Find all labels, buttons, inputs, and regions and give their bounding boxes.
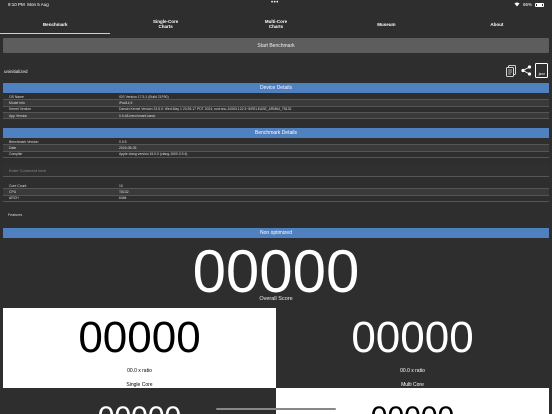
row-value: 0.6.48-benchmark-basic [119, 113, 156, 118]
tab-multi-core-charts[interactable]: Multi-Core Charts [221, 14, 331, 34]
active-tab-indicator [0, 33, 110, 34]
row-key: App Version [9, 113, 28, 118]
action-icons: .json [505, 63, 548, 78]
row-key: CPU [9, 189, 17, 194]
row-key: Kernel Version [9, 107, 32, 112]
device-details-table: OS Name iOS Version 17.5.1 (Build 21F90) … [3, 94, 549, 120]
row-key: Core Count [9, 183, 27, 188]
non-optimized-header: Non optimized [3, 228, 549, 238]
benchmark-details-table: Benchmark Version 0.0.5 Date 2024-08-05 Co… [3, 139, 549, 158]
overall-score-value: 00000 [192, 238, 360, 305]
cpu-details-table: Core Count 10 CPU T8132 ARCH 64bit [3, 183, 549, 202]
status-time-date: 9:10 PM Mon 5 Aug [8, 2, 49, 7]
multi-core-score: 00000 [351, 313, 474, 362]
tab-bar: Benchmark Single-Core Charts Multi-Core … [0, 14, 552, 34]
comment-input[interactable]: Enter Comment here [3, 165, 549, 177]
single-core-panel: 00000 00.0 x ratio Single Core [3, 308, 276, 388]
status-right: 66% [514, 2, 544, 7]
table-row: Compiler Apple clang version 15.0.0 (clan… [3, 152, 549, 158]
benchmark-details-header: Benchmark Details [3, 128, 549, 138]
benchmark-status: uninitialized [4, 69, 28, 74]
row-value: 10 [119, 183, 123, 188]
row-key: OS Name [9, 94, 24, 99]
status-bar: 9:10 PM Mon 5 Aug ••• 66% [0, 0, 552, 10]
tab-single-core-charts[interactable]: Single-Core Charts [110, 14, 220, 34]
bottom-left-panel: 00000 [3, 388, 276, 414]
row-key: Benchmark Version [9, 139, 39, 144]
row-value: 0.0.5 [119, 139, 127, 144]
row-key: ARCH [9, 196, 19, 201]
table-row: App Version 0.6.48-benchmark-basic [3, 112, 549, 120]
features-label: Features [8, 213, 23, 217]
start-benchmark-button[interactable]: Start Benchmark [3, 38, 549, 53]
multi-core-panel: 00000 00.0 x ratio Multi Core [276, 308, 549, 388]
single-core-ratio: 00.0 x ratio [127, 368, 152, 374]
row-value: iOS Version 17.5.1 (Build 21F90) [119, 94, 169, 99]
multitasking-dots[interactable]: ••• [271, 0, 279, 6]
tab-about[interactable]: About [442, 14, 552, 34]
row-value: Darwin Kernel Version 23.5.0: Wed May 1 … [119, 107, 292, 112]
battery-icon [535, 2, 544, 7]
overall-score-label: Overall Score [259, 296, 293, 302]
clipboard-icon[interactable] [505, 64, 517, 78]
json-file-icon[interactable]: .json [535, 63, 548, 78]
row-value: T8132 [119, 189, 129, 194]
single-core-score: 00000 [78, 313, 201, 362]
tab-museum[interactable]: Museum [331, 14, 441, 34]
battery-percent: 66% [522, 2, 532, 7]
share-icon[interactable] [520, 64, 532, 78]
json-label: .json [537, 72, 546, 76]
row-key: Model Info [9, 100, 25, 105]
row-value: 2024-08-05 [119, 145, 137, 150]
multi-core-ratio: 00.0 x ratio [400, 368, 425, 374]
row-value: 64bit [119, 196, 127, 201]
home-indicator[interactable] [216, 408, 336, 410]
row-value: iPad14,5 [119, 100, 133, 105]
row-key: Compiler [9, 152, 23, 157]
tab-benchmark[interactable]: Benchmark [0, 14, 110, 34]
row-value: Apple clang version 15.0.0 (clang-1500.3… [119, 152, 188, 157]
row-key: Date [9, 145, 17, 150]
bottom-right-panel: 00000 [276, 388, 549, 414]
table-row: ARCH 64bit [3, 196, 549, 202]
wifi-icon [514, 2, 520, 7]
device-details-header: Device Details [3, 83, 549, 93]
